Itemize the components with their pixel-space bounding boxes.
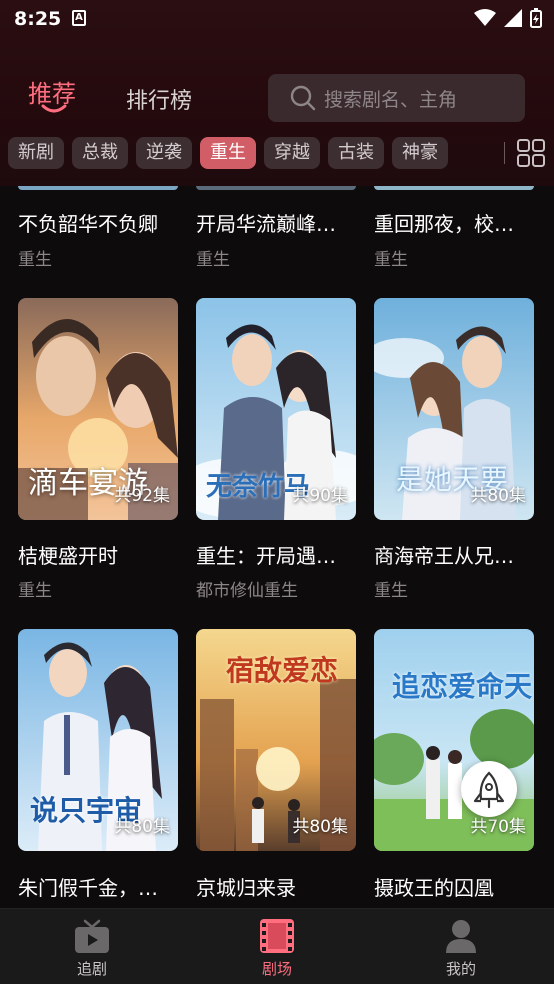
episode-count: 共92集 <box>114 486 170 506</box>
category-chip-comeback[interactable]: 逆袭 <box>136 137 192 169</box>
drama-title[interactable]: 摄政王的囚凰 <box>374 872 536 901</box>
drama-title[interactable]: 商海帝王从兄… <box>374 540 536 569</box>
episode-count: 共90集 <box>292 486 348 506</box>
search-input[interactable]: 搜索剧名、主角 <box>268 74 525 122</box>
drama-poster[interactable]: 无奈竹马 共90集 <box>196 298 356 520</box>
drama-title[interactable]: 开局华流巅峰… <box>196 208 358 237</box>
poster-title-art: 追恋爱命天 <box>392 670 533 703</box>
nav-profile[interactable]: 我的 <box>401 909 521 984</box>
category-divider <box>504 142 505 164</box>
category-chip-new[interactable]: 新剧 <box>8 137 64 169</box>
poster-thumbnail-edge[interactable] <box>196 186 356 190</box>
tv-icon <box>75 919 109 953</box>
rocket-icon <box>473 771 505 809</box>
drama-tag: 重生 <box>18 250 52 270</box>
search-icon <box>290 85 316 111</box>
episode-count: 共80集 <box>114 817 170 837</box>
drama-tag: 重生 <box>374 581 408 601</box>
drama-poster[interactable]: 滴车宴游 共92集 <box>18 298 178 520</box>
floating-action-button[interactable] <box>461 761 517 817</box>
nav-following[interactable]: 追剧 <box>32 909 152 984</box>
drama-tag: 重生 <box>374 250 408 270</box>
film-icon <box>260 919 294 953</box>
battery-icon <box>530 8 542 28</box>
user-icon <box>446 920 476 953</box>
drama-poster[interactable]: 宿敌爱恋 共80集 <box>196 629 356 851</box>
nav-theater-label: 剧场 <box>261 960 292 978</box>
drama-title[interactable]: 不负韶华不负卿 <box>18 208 180 237</box>
drama-poster[interactable]: 追恋爱命天 共70集 <box>374 629 534 851</box>
nav-following-label: 追剧 <box>76 960 107 978</box>
status-bar: 8:25 A <box>0 0 554 38</box>
drama-title[interactable]: 朱门假千金，… <box>18 872 180 901</box>
drama-title[interactable]: 京城归来录 <box>196 872 358 901</box>
category-chip-rebirth[interactable]: 重生 <box>200 137 256 169</box>
drama-poster[interactable]: 是她天要 共80集 <box>374 298 534 520</box>
poster-title-art: 宿敌爱恋 <box>226 654 339 687</box>
tab-ranking[interactable]: 排行榜 <box>126 83 192 115</box>
search-placeholder: 搜索剧名、主角 <box>324 88 458 111</box>
poster-thumbnail-edge[interactable] <box>18 186 178 190</box>
category-chip-ceo[interactable]: 总裁 <box>72 137 128 169</box>
category-chip-costume[interactable]: 古装 <box>328 137 384 169</box>
drama-tag: 都市修仙重生 <box>196 581 298 601</box>
notification-icon: A <box>72 10 86 26</box>
episode-count: 共80集 <box>470 486 526 506</box>
all-categories-grid-icon[interactable] <box>516 138 546 168</box>
category-chip-time-travel[interactable]: 穿越 <box>264 137 320 169</box>
poster-thumbnail-edge[interactable] <box>374 186 534 190</box>
drama-tag: 重生 <box>196 250 230 270</box>
tab-active-indicator <box>41 104 67 113</box>
nav-theater[interactable]: 剧场 <box>217 909 337 984</box>
status-time: 8:25 <box>14 8 62 30</box>
drama-tag: 重生 <box>18 581 52 601</box>
drama-title[interactable]: 重回那夜，校… <box>374 208 536 237</box>
drama-poster[interactable]: 说只宇宙 共80集 <box>18 629 178 851</box>
category-chip-rich[interactable]: 神豪 <box>392 137 448 169</box>
nav-profile-label: 我的 <box>445 960 476 978</box>
drama-title[interactable]: 桔梗盛开时 <box>18 540 180 569</box>
episode-count: 共80集 <box>292 817 348 837</box>
category-chips: 新剧 总裁 逆袭 重生 穿越 古装 神豪 <box>8 137 448 169</box>
signal-icon <box>504 9 522 27</box>
bottom-navigation: 追剧 剧场 我的 <box>0 908 554 984</box>
drama-title[interactable]: 重生：开局遇… <box>196 540 358 569</box>
wifi-icon <box>474 9 496 26</box>
